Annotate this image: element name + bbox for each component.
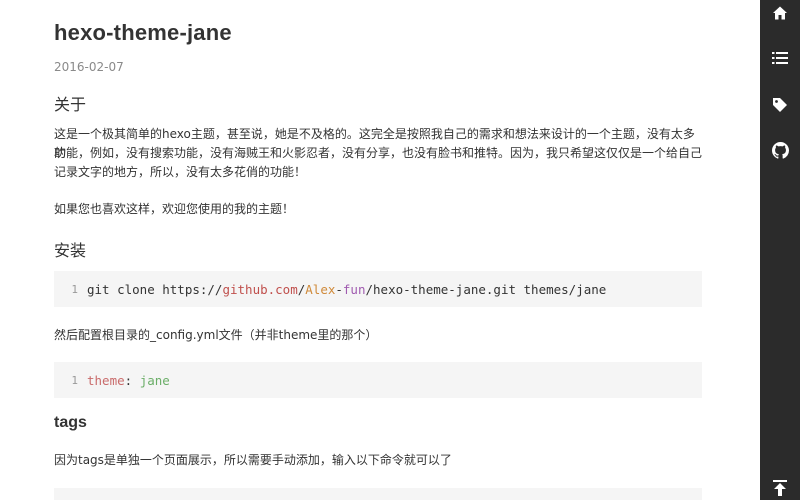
line-number: 1 xyxy=(71,282,78,296)
code-line[interactable]: theme: jane xyxy=(87,373,170,388)
code-block-clone: 1 git clone https://github.com/Alex-fun/… xyxy=(54,271,702,307)
post-title: hexo-theme-jane xyxy=(54,20,232,45)
code-block-tags xyxy=(54,488,702,500)
github-button[interactable] xyxy=(760,130,800,170)
post-date: 2016-02-07 xyxy=(54,60,124,74)
back-to-top-icon xyxy=(773,480,787,496)
tags-note: 因为tags是单独一个页面展示，所以需要手动添加，输入以下命令就可以了 xyxy=(54,453,452,467)
home-icon xyxy=(773,6,787,20)
archive-list-button[interactable] xyxy=(760,38,800,78)
install-heading: 安装 xyxy=(54,241,87,260)
line-number: 1 xyxy=(71,373,78,387)
tag-icon xyxy=(773,98,787,112)
back-to-top-button[interactable] xyxy=(760,468,800,500)
about-paragraph-line-2: 功能，例如，没有搜索功能，没有海贼王和火影忍者，没有分享，也没有脸书和推特。因为… xyxy=(54,146,703,160)
tags-heading: tags xyxy=(54,414,87,431)
home-button[interactable] xyxy=(760,0,800,33)
list-icon xyxy=(772,52,788,64)
github-icon xyxy=(771,141,789,159)
about-paragraph-line-3: 记录文字的地方，所以，没有太多花俏的功能！ xyxy=(54,165,307,179)
about-paragraph-2: 如果您也喜欢这样，欢迎您使用的我的主题！ xyxy=(54,202,295,216)
sidebar xyxy=(760,0,800,500)
config-note: 然后配置根目录的_config.yml文件（并非theme里的那个） xyxy=(54,328,378,342)
code-line[interactable]: git clone https://github.com/Alex-fun/he… xyxy=(87,282,606,297)
tags-button[interactable] xyxy=(760,85,800,125)
about-heading: 关于 xyxy=(54,95,87,114)
code-block-config: 1 theme: jane xyxy=(54,362,702,398)
